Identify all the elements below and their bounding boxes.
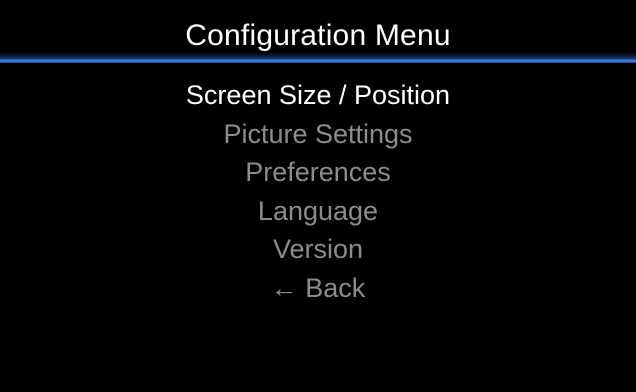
menu-item-screen-size-position[interactable]: Screen Size / Position: [0, 76, 636, 115]
menu-item-picture-settings[interactable]: Picture Settings: [0, 115, 636, 154]
menu-title: Configuration Menu: [185, 19, 451, 52]
menu-item-language[interactable]: Language: [0, 192, 636, 231]
menu-item-preferences[interactable]: Preferences: [0, 153, 636, 192]
menu-item-back[interactable]: ← Back: [0, 269, 636, 308]
title-divider: [0, 60, 636, 63]
configuration-screen: Configuration Menu Screen Size / Positio…: [0, 0, 636, 392]
configuration-menu: Screen Size / Position Picture Settings …: [0, 76, 636, 307]
title-bar: Configuration Menu: [0, 0, 636, 60]
menu-item-version[interactable]: Version: [0, 230, 636, 269]
